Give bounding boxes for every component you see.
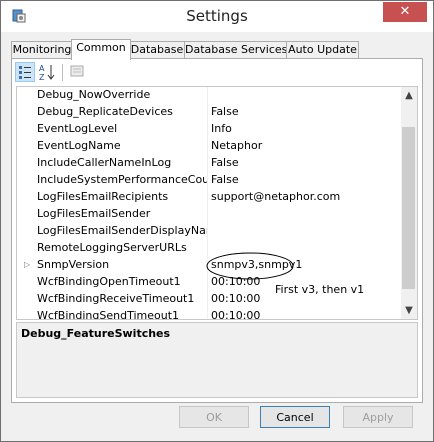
property-value[interactable]: False (211, 156, 239, 169)
expand-arrow-icon[interactable]: ▷ (24, 260, 30, 269)
column-divider (207, 172, 208, 189)
scroll-up-icon[interactable]: ▲ (401, 87, 417, 104)
property-value[interactable]: False (211, 173, 239, 186)
vertical-scrollbar[interactable]: ▲ ▼ (401, 87, 417, 319)
property-pages-button[interactable] (68, 62, 88, 82)
property-row[interactable]: EventLogLevel Info (17, 121, 401, 138)
property-value[interactable]: Info (211, 122, 232, 135)
property-row[interactable]: EventLogName Netaphor (17, 138, 401, 155)
column-divider (207, 308, 208, 319)
categorized-button[interactable] (15, 62, 35, 82)
property-name: WcfBindingReceiveTimeout1 (37, 292, 195, 305)
close-icon: ✕ (399, 4, 411, 19)
description-pane: Debug_FeatureSwitches (16, 322, 418, 398)
property-name: EventLogLevel (37, 122, 118, 135)
property-pages-icon (70, 65, 84, 77)
property-row[interactable]: Debug_NowOverride (17, 87, 401, 104)
property-value[interactable]: 00:10:00 (211, 309, 260, 319)
tab-panel-common: A Z Debug_NowOverride Debug_ReplicateDevi… (11, 58, 423, 403)
settings-window: Settings ✕ Monitoring Common Database Da… (0, 0, 434, 442)
property-name: LogFilesEmailSender (37, 207, 151, 220)
tab-database-services[interactable]: Database Services (184, 41, 287, 59)
property-value[interactable]: 00:10:00 (211, 292, 260, 305)
property-name: LogFilesEmailSenderDisplayName (37, 224, 207, 237)
property-row[interactable]: LogFilesEmailRecipients support@netaphor.… (17, 189, 401, 206)
column-divider (207, 291, 208, 308)
alphabetical-button[interactable]: A Z (37, 62, 57, 82)
tab-common[interactable]: Common (71, 39, 131, 60)
apply-button[interactable]: Apply (343, 406, 413, 428)
column-divider (207, 104, 208, 121)
property-name: IncludeSystemPerformanceCount (37, 173, 207, 186)
window-title: Settings (186, 7, 248, 25)
scroll-thumb[interactable] (402, 127, 415, 289)
column-divider (207, 87, 208, 104)
property-row[interactable]: IncludeSystemPerformanceCount False (17, 172, 401, 189)
ok-button[interactable]: OK (179, 406, 249, 428)
annotation-text: First v3, then v1 (275, 283, 365, 296)
svg-text:Z: Z (39, 73, 45, 82)
alphabetical-icon: A Z (39, 64, 55, 82)
property-name: WcfBindingOpenTimeout1 (37, 275, 181, 288)
property-row[interactable]: WcfBindingSendTimeout1 00:10:00 (17, 308, 401, 320)
tab-monitoring[interactable]: Monitoring (11, 41, 73, 59)
property-row[interactable]: LogFilesEmailSenderDisplayName (17, 223, 401, 240)
property-name: IncludeCallerNameInLog (37, 156, 172, 169)
svg-text:A: A (39, 64, 45, 73)
property-row[interactable]: LogFilesEmailSender (17, 206, 401, 223)
categorized-icon (19, 66, 31, 79)
column-divider (207, 121, 208, 138)
column-divider (207, 223, 208, 240)
property-name: RemoteLoggingServerURLs (37, 241, 187, 254)
description-title: Debug_FeatureSwitches (21, 327, 171, 340)
property-value[interactable]: support@netaphor.com (211, 190, 340, 203)
property-name: SnmpVersion (37, 258, 110, 271)
column-divider (207, 189, 208, 206)
close-button[interactable]: ✕ (383, 2, 427, 22)
property-name: Debug_NowOverride (37, 88, 151, 101)
column-divider (207, 138, 208, 155)
title-bar[interactable]: Settings ✕ (1, 1, 433, 32)
column-divider (207, 155, 208, 172)
property-row[interactable]: IncludeCallerNameInLog False (17, 155, 401, 172)
cancel-button[interactable]: Cancel (260, 406, 330, 428)
property-name: WcfBindingSendTimeout1 (37, 309, 180, 320)
tab-database[interactable]: Database (129, 41, 185, 59)
property-name: Debug_ReplicateDevices (37, 105, 173, 118)
property-value[interactable]: False (211, 105, 239, 118)
property-name: EventLogName (37, 139, 121, 152)
column-divider (207, 206, 208, 223)
toolbar-separator (62, 64, 63, 81)
scroll-down-icon[interactable]: ▼ (401, 302, 417, 319)
tab-auto-update[interactable]: Auto Update (286, 41, 359, 59)
property-value[interactable]: Netaphor (211, 139, 262, 152)
property-row[interactable]: Debug_ReplicateDevices False (17, 104, 401, 121)
property-name: LogFilesEmailRecipients (37, 190, 169, 203)
annotation-ellipse (206, 252, 294, 280)
